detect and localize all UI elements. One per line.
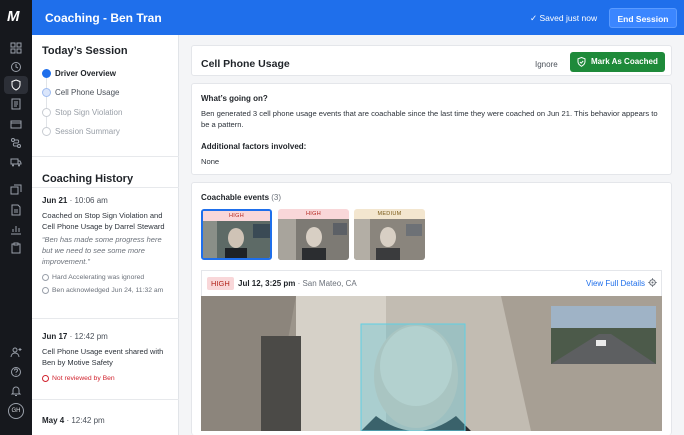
divider <box>32 318 179 319</box>
history-entry: May 4 · 12:42 pm <box>42 416 105 425</box>
event-thumbnail-image <box>278 219 349 260</box>
warning-icon <box>42 374 49 382</box>
event-thumbnail[interactable]: HIGH <box>278 209 349 260</box>
help-icon[interactable] <box>10 366 22 378</box>
step-cell-phone-usage[interactable]: Cell Phone Usage <box>42 88 119 98</box>
whats-going-on-text: Ben generated 3 cell phone usage events … <box>201 109 658 129</box>
dashboard-icon[interactable] <box>10 42 22 54</box>
event-thumbnail-image <box>354 219 425 260</box>
motive-logo[interactable]: M <box>7 8 25 25</box>
gear-icon[interactable] <box>648 278 657 287</box>
save-status: ✓ Saved just now <box>530 13 598 23</box>
card-icon[interactable] <box>10 118 22 130</box>
event-datetime: Jul 12, 3:25 pm · San Mateo, CA <box>238 279 357 288</box>
behavior-title: Cell Phone Usage <box>201 58 290 70</box>
history-entry: Jun 21 · 10:06 am Coached on Stop Sign V… <box>42 196 165 294</box>
whats-going-on-label: What’s going on? <box>201 94 268 103</box>
page-title: Coaching - Ben Tran <box>45 11 162 25</box>
check-icon <box>42 69 51 79</box>
event-header: HIGH Jul 12, 3:25 pm · San Mateo, CA Vie… <box>201 270 662 296</box>
coaching-history-heading: Coaching History <box>42 173 134 185</box>
session-panel: Today’s Session Driver Overview Cell Pho… <box>32 35 179 435</box>
ignored-icon <box>42 273 49 281</box>
route-icon[interactable] <box>10 137 22 149</box>
step-dot-icon <box>42 88 51 98</box>
clock-icon[interactable] <box>10 61 22 73</box>
steps-connector <box>46 78 47 131</box>
additional-factors-value: None <box>201 157 220 166</box>
history-entry: Jun 17 · 12:42 pm Cell Phone Usage event… <box>42 332 164 382</box>
ignore-button[interactable]: Ignore <box>535 60 558 69</box>
driver-camera-frame <box>201 296 662 431</box>
user-plus-icon[interactable] <box>10 346 22 358</box>
divider <box>32 399 179 400</box>
additional-factors-label: Additional factors involved: <box>201 142 307 151</box>
step-driver-overview[interactable]: Driver Overview <box>42 69 116 79</box>
clipboard-icon[interactable] <box>10 242 22 254</box>
step-stop-sign-violation[interactable]: Stop Sign Violation <box>42 108 122 118</box>
event-thumbnail[interactable]: HIGH <box>201 209 272 260</box>
bell-icon[interactable] <box>10 385 22 397</box>
copy-icon[interactable] <box>10 184 22 196</box>
shield-check-icon <box>577 57 586 67</box>
divider <box>32 187 179 188</box>
todays-session-heading: Today’s Session <box>42 45 128 57</box>
step-dot-icon <box>42 127 51 137</box>
coachable-events-card: Coachable events (3) HIGH HIGH MEDIUM HI… <box>191 182 672 435</box>
end-session-button[interactable]: End Session <box>609 8 677 28</box>
acknowledged-icon <box>42 286 49 294</box>
behavior-header-card: Cell Phone Usage Ignore Mark As Coached <box>191 45 672 76</box>
context-card: What’s going on? Ben generated 3 cell ph… <box>191 83 672 175</box>
document-icon[interactable] <box>10 98 22 110</box>
report-icon[interactable] <box>10 204 22 216</box>
step-dot-icon <box>42 108 51 118</box>
severity-badge: HIGH <box>207 277 234 290</box>
truck-icon[interactable] <box>10 156 22 168</box>
chart-icon[interactable] <box>10 223 22 235</box>
coachable-events-label: Coachable events (3) <box>201 193 282 202</box>
step-session-summary[interactable]: Session Summary <box>42 127 120 137</box>
top-bar: Coaching - Ben Tran ✓ Saved just now End… <box>32 0 684 35</box>
user-avatar[interactable]: GH <box>8 403 24 419</box>
divider <box>32 156 179 157</box>
nav-rail: M GH <box>0 0 32 435</box>
event-thumbnail-image <box>203 221 270 258</box>
shield-icon[interactable] <box>10 79 22 91</box>
event-video[interactable] <box>201 296 662 431</box>
mark-as-coached-button[interactable]: Mark As Coached <box>570 52 665 72</box>
event-thumbnail[interactable]: MEDIUM <box>354 209 425 260</box>
view-full-details-link[interactable]: View Full Details <box>586 279 645 288</box>
